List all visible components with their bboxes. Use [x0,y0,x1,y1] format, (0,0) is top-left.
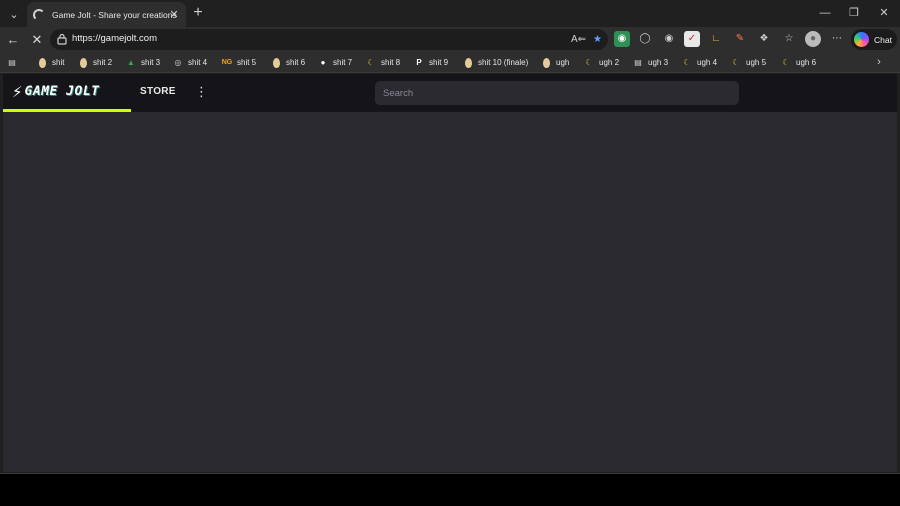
page-content: ⚡︎ GAME JOLT STORE ⋮ [3,74,897,472]
p-icon: P [416,58,422,67]
potato-icon [37,57,47,68]
store-link[interactable]: STORE [140,86,176,97]
globe-icon: ◎ [174,58,182,67]
google-drive-icon: ▲ [127,58,135,67]
bookmarks-overflow-chevron-icon[interactable]: › [872,55,886,70]
more-options-icon[interactable]: ⋯ [829,31,845,47]
stop-loading-icon[interactable]: ✕ [27,30,47,50]
ng-icon: NG [221,59,233,66]
bookmark-item[interactable]: ☾ ugh 5 [731,55,766,70]
copilot-icon [854,32,869,47]
extension-camera-icon[interactable]: ◉ [661,31,677,47]
bookmark-item[interactable]: ☾ ugh 2 [584,55,619,70]
loading-spinner-icon [33,8,45,21]
url-text: https://gamejolt.com [72,33,158,44]
restore-icon[interactable]: ❐ [844,4,864,22]
potato-icon [78,57,88,68]
window-close-icon[interactable]: ✕ [874,4,894,22]
tab-title: Game Jolt - Share your creations [52,9,177,20]
favorites-icon[interactable]: ☆ [781,31,797,47]
profile-avatar-icon[interactable]: ● [805,31,821,47]
address-bar[interactable]: https://gamejolt.com A⇐ ★ [50,29,608,50]
github-icon: ● [320,58,326,67]
site-info-icon[interactable] [56,33,68,45]
bookmark-item[interactable]: ☾ shit 8 [366,55,400,70]
bookmark-item[interactable]: Pshit 9 [414,55,448,70]
banana-icon: ☾ [782,58,790,67]
tab-strip: ⌄ Game Jolt - Share your creations ✕ + —… [0,0,900,27]
search-input[interactable] [375,81,739,105]
toolbar: ← ✕ https://gamejolt.com A⇐ ★ ◉ ◯ ◉ ✓ ∟ … [0,27,900,52]
favorite-star-icon[interactable]: ★ [589,31,606,48]
read-aloud-icon[interactable]: A⇐ [570,31,587,48]
banana-icon: ☾ [732,58,740,67]
tab-close-icon[interactable]: ✕ [167,7,181,21]
bookmark-item[interactable]: ☾ ugh 6 [781,55,816,70]
bookmark-item[interactable]: ▲ shit 3 [126,55,160,70]
extension-pocket-icon[interactable]: ✓ [684,31,700,47]
copilot-chat-button[interactable]: Chat [851,29,897,50]
bookmark-item[interactable]: ● shit 7 [318,55,353,70]
banana-icon: ☾ [367,58,375,67]
bookmark-item[interactable]: shit [37,55,64,70]
browser-window: ⌄ Game Jolt - Share your creations ✕ + —… [0,0,900,474]
site-header: ⚡︎ GAME JOLT STORE ⋮ [3,74,897,112]
back-arrow-icon[interactable]: ← [3,30,23,50]
potato-icon [541,57,551,68]
extension-bracket-icon[interactable]: ∟ [708,31,724,47]
extension-privacy-icon[interactable]: ◯ [637,31,653,47]
bookmark-item[interactable]: ugh [541,55,569,70]
document-icon: ▤ [634,58,642,67]
bookmark-item[interactable]: ◎ shit 4 [173,55,208,70]
potato-icon [463,57,473,68]
chat-label: Chat [874,34,892,45]
banana-icon: ☾ [683,58,691,67]
minimize-icon[interactable]: — [815,4,835,22]
tab-list-chevron-icon[interactable]: ⌄ [4,4,24,24]
bolt-icon: ⚡︎ [12,83,23,101]
bookmark-item[interactable]: shit 10 (finale) [463,55,528,70]
extensions-puzzle-icon[interactable]: ❖ [756,31,772,47]
new-tab-plus-icon[interactable]: + [189,4,207,22]
more-menu-icon[interactable]: ⋮ [195,84,208,100]
bookmark-item[interactable]: ☾ ugh 4 [682,55,717,70]
bookmarks-bar: ▤ shit shit 2 ▲ shit 3 ◎ shit 4 NG shit 5 s… [0,52,900,73]
extension-pen-icon[interactable]: ✎ [732,31,748,47]
potato-icon [271,57,281,68]
game-jolt-logo[interactable]: ⚡︎ GAME JOLT [3,74,131,112]
bookmark-item[interactable]: ▤ ugh 3 [633,55,668,70]
collections-icon[interactable]: ▤ [7,55,22,70]
bookmark-item[interactable]: shit 6 [271,55,305,70]
bookmark-item[interactable]: shit 2 [78,55,112,70]
logo-text: GAME JOLT [24,84,100,99]
bookmark-item[interactable]: NG shit 5 [222,55,256,70]
banana-icon: ☾ [585,58,593,67]
active-tab[interactable]: Game Jolt - Share your creations ✕ [27,2,186,27]
extension-shield-icon[interactable]: ◉ [614,31,630,47]
